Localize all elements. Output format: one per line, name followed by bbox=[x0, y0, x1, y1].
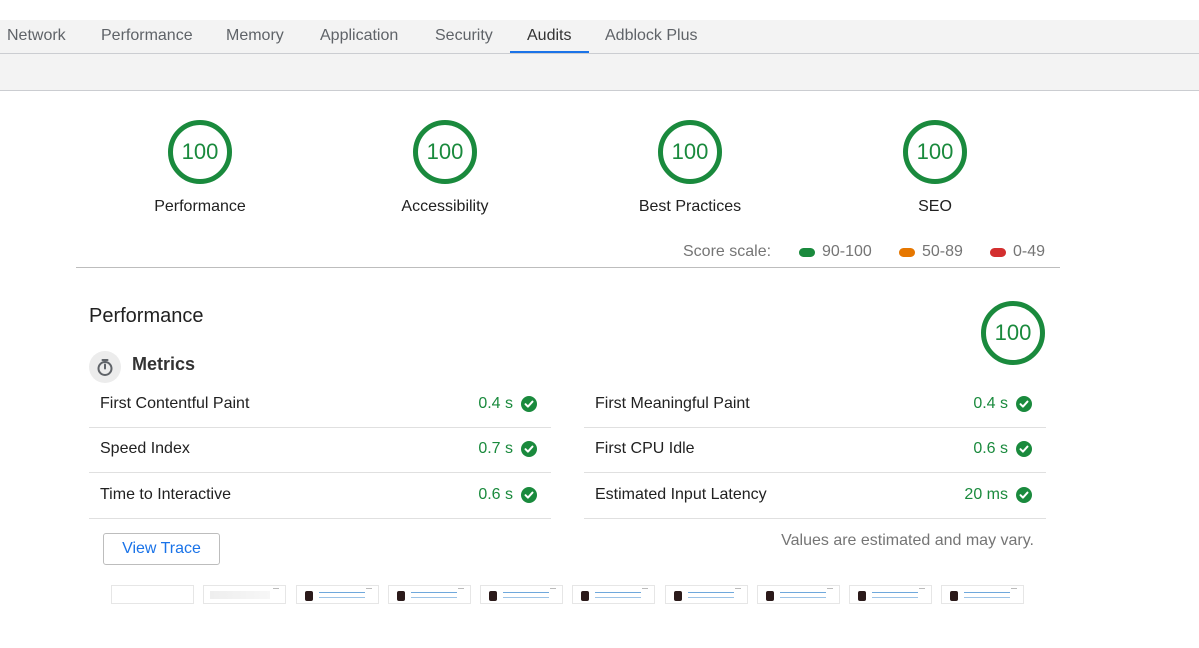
filmstrip-frame[interactable] bbox=[757, 585, 840, 604]
gauge-score: 100 bbox=[916, 139, 954, 164]
tab-audits[interactable]: Audits bbox=[527, 20, 571, 53]
gauge-score: 100 bbox=[671, 139, 709, 164]
metric-first-meaningful-paint: First Meaningful Paint 0.4 s bbox=[584, 383, 1046, 428]
filmstrip-frame[interactable] bbox=[572, 585, 655, 604]
pass-range-dot bbox=[799, 248, 815, 257]
metric-speed-index: Speed Index 0.7 s bbox=[89, 428, 551, 473]
gauge-score: 100 bbox=[181, 139, 219, 164]
metrics-heading: Metrics bbox=[132, 354, 196, 374]
filmstrip-frame[interactable] bbox=[849, 585, 932, 604]
check-icon bbox=[1016, 396, 1032, 412]
gauge-label: SEO bbox=[918, 198, 952, 215]
check-icon bbox=[1016, 487, 1032, 503]
metric-label: Time to Interactive bbox=[100, 486, 232, 503]
view-trace-button[interactable]: View Trace bbox=[103, 533, 220, 565]
fail-range-dot bbox=[990, 248, 1006, 257]
check-icon bbox=[521, 487, 537, 503]
active-tab-indicator bbox=[510, 51, 589, 53]
filmstrip-frame[interactable] bbox=[480, 585, 563, 604]
devtools-tab-bar: Network Performance Memory Application S… bbox=[0, 20, 1199, 54]
gauge-score: 100 bbox=[426, 139, 464, 164]
tab-performance[interactable]: Performance bbox=[101, 20, 193, 53]
check-icon bbox=[521, 396, 537, 412]
gauge-label: Performance bbox=[154, 198, 246, 215]
avatar-icon bbox=[950, 591, 958, 601]
metric-value: 0.4 s bbox=[973, 395, 1008, 412]
estimate-note: Values are estimated and may vary. bbox=[781, 532, 1034, 549]
metric-label: First CPU Idle bbox=[595, 440, 695, 457]
audits-toolbar bbox=[0, 54, 1199, 91]
check-icon bbox=[521, 441, 537, 457]
gauge-label: Best Practices bbox=[638, 198, 742, 215]
metric-label: Estimated Input Latency bbox=[595, 486, 767, 503]
metric-label: First Meaningful Paint bbox=[595, 395, 750, 412]
check-icon bbox=[1016, 441, 1032, 457]
performance-score: 100 bbox=[994, 320, 1032, 345]
avatar-icon bbox=[581, 591, 589, 601]
filmstrip-frame[interactable] bbox=[388, 585, 471, 604]
tab-network[interactable]: Network bbox=[7, 20, 66, 53]
metric-label: First Contentful Paint bbox=[100, 395, 250, 412]
avatar-icon bbox=[674, 591, 682, 601]
filmstrip-frame[interactable] bbox=[111, 585, 194, 604]
avatar-icon bbox=[489, 591, 497, 601]
tab-memory[interactable]: Memory bbox=[226, 20, 284, 53]
score-scale-label: Score scale: bbox=[683, 243, 772, 260]
avatar-icon bbox=[397, 591, 405, 601]
tab-application[interactable]: Application bbox=[320, 20, 398, 53]
section-divider bbox=[76, 267, 1060, 268]
score-scale-average: 50-89 bbox=[922, 243, 963, 260]
avatar-icon bbox=[858, 591, 866, 601]
metric-first-cpu-idle: First CPU Idle 0.6 s bbox=[584, 428, 1046, 473]
stopwatch-icon bbox=[89, 351, 121, 383]
performance-section-title: Performance bbox=[89, 305, 204, 327]
gauge-label: Accessibility bbox=[401, 198, 489, 215]
score-scale-fail: 0-49 bbox=[1013, 243, 1046, 260]
metric-value: 0.6 s bbox=[478, 486, 513, 503]
metric-time-to-interactive: Time to Interactive 0.6 s bbox=[89, 474, 551, 519]
filmstrip-frame[interactable] bbox=[203, 585, 286, 604]
tab-security[interactable]: Security bbox=[435, 20, 493, 53]
metric-estimated-input-latency: Estimated Input Latency 20 ms bbox=[584, 474, 1046, 519]
metric-first-contentful-paint: First Contentful Paint 0.4 s bbox=[89, 383, 551, 428]
tab-adblock-plus[interactable]: Adblock Plus bbox=[605, 20, 698, 53]
avatar-icon bbox=[766, 591, 774, 601]
avatar-icon bbox=[305, 591, 313, 601]
metric-label: Speed Index bbox=[100, 440, 190, 457]
filmstrip-frame[interactable] bbox=[941, 585, 1024, 604]
metric-value: 0.4 s bbox=[478, 395, 513, 412]
metric-value: 0.7 s bbox=[478, 440, 513, 457]
filmstrip-frame[interactable] bbox=[296, 585, 379, 604]
score-scale-pass: 90-100 bbox=[822, 243, 872, 260]
average-range-dot bbox=[899, 248, 915, 257]
metric-value: 0.6 s bbox=[973, 440, 1008, 457]
metric-value: 20 ms bbox=[964, 486, 1008, 503]
filmstrip-frame[interactable] bbox=[665, 585, 748, 604]
